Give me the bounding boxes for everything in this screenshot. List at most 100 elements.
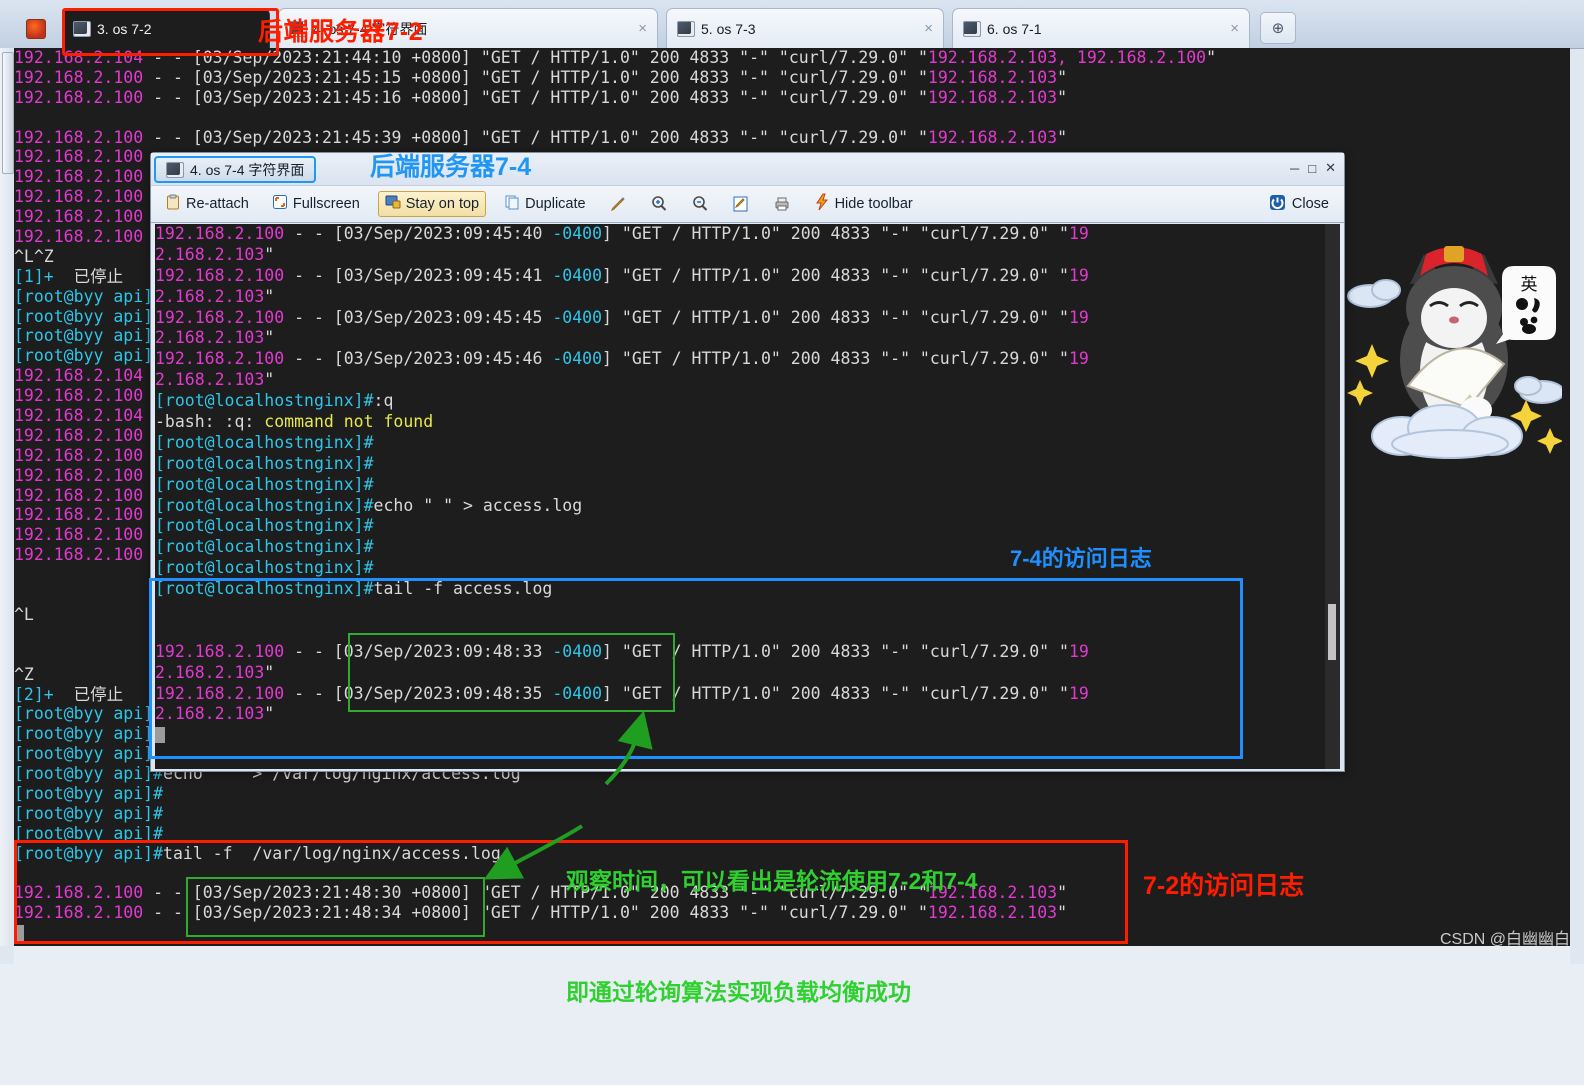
minimize-icon[interactable]: ─ bbox=[1290, 161, 1299, 176]
inner-terminal-line: [root@localhostnginx]# bbox=[155, 453, 374, 473]
monitor-icon bbox=[677, 20, 695, 37]
reattach-label: Re-attach bbox=[186, 196, 249, 212]
zoom-in-icon[interactable] bbox=[645, 193, 673, 215]
terminal-cursor bbox=[14, 925, 24, 942]
monitor-icon bbox=[963, 20, 981, 37]
close-icon[interactable]: ✕ bbox=[1325, 160, 1336, 176]
inner-terminal-line: 192.168.2.100 - - [03/Sep/2023:09:48:35 … bbox=[155, 683, 1089, 703]
main-terminal-line: 192.168.2.104 - - [03/Sep/2023:21:44:10 … bbox=[14, 48, 1217, 67]
tab-label: 4. os 7-4 字符界面 bbox=[313, 20, 428, 37]
outer-terminal-scrollbar[interactable] bbox=[0, 48, 15, 946]
fullscreen-label: Fullscreen bbox=[292, 196, 360, 212]
main-terminal-line: 192.168.2.100 - - [03/Sep/2023:21:45:15 … bbox=[14, 67, 1067, 87]
inner-terminal-line: [root@localhostnginx]#echo " " > access.… bbox=[155, 495, 583, 515]
tab-label: 5. os 7-3 bbox=[701, 20, 756, 37]
close-label: Close bbox=[1291, 196, 1329, 212]
svg-text:英: 英 bbox=[1521, 275, 1538, 295]
pencil-icon[interactable] bbox=[604, 193, 632, 215]
inner-terminal-line: [root@localhostnginx]# bbox=[155, 558, 374, 578]
main-terminal-line: 192.168.2.100 - - [03/Sep/2023:21:48:30 … bbox=[14, 883, 1067, 903]
inner-window-toolbar: Re-attach Fullscreen Stay on top Duplica… bbox=[151, 185, 1344, 223]
monitor-icon bbox=[166, 161, 184, 178]
stay-on-top-label: Stay on top bbox=[405, 196, 480, 212]
scrollbar-thumb[interactable] bbox=[1328, 604, 1336, 660]
inner-terminal-line: 2.168.2.103" bbox=[155, 662, 275, 682]
inner-window-tab-label: 4. os 7-4 字符界面 bbox=[190, 161, 305, 178]
power-icon bbox=[1269, 194, 1286, 215]
status-strip bbox=[14, 946, 1570, 964]
plus-icon: ⊕ bbox=[1271, 20, 1285, 37]
tab-close-icon[interactable]: × bbox=[924, 21, 933, 36]
home-icon[interactable] bbox=[26, 19, 46, 39]
maximize-icon[interactable]: □ bbox=[1308, 161, 1316, 176]
duplicate-button[interactable]: Duplicate bbox=[499, 192, 590, 216]
printer-icon[interactable] bbox=[768, 193, 796, 215]
clipboard-icon bbox=[165, 194, 181, 214]
window-controls: ─ □ ✕ bbox=[1290, 160, 1336, 176]
duplicate-icon bbox=[504, 194, 520, 214]
terminal-app-window: 3. os 7-2 4. os 7-4 字符界面 × 5. os 7-3 × 6… bbox=[0, 0, 1584, 1005]
inner-window-os-7-4[interactable]: 4. os 7-4 字符界面 ─ □ ✕ Re-attach Fullscree… bbox=[150, 152, 1345, 772]
main-terminal-line: [root@byy api]# bbox=[14, 783, 164, 803]
inner-terminal-os-7-4[interactable]: 192.168.2.100 - - [03/Sep/2023:09:45:40 … bbox=[155, 224, 1333, 769]
inner-terminal-line bbox=[155, 725, 1333, 746]
inner-terminal-scrollbar[interactable] bbox=[1325, 224, 1340, 769]
edit-document-icon[interactable] bbox=[727, 193, 755, 215]
inner-window-tab[interactable]: 4. os 7-4 字符界面 bbox=[154, 156, 317, 183]
cat-sticker-image: 英 bbox=[1346, 232, 1565, 460]
close-session-button[interactable]: Close bbox=[1264, 192, 1334, 217]
inner-terminal-line: 192.168.2.100 - - [03/Sep/2023:09:45:46 … bbox=[155, 349, 1089, 369]
tab-os-7-4[interactable]: 4. os 7-4 字符界面 × bbox=[278, 8, 658, 48]
main-terminal-line: 192.168.2.100 - - [03/Sep/2023:21:45:39 … bbox=[14, 127, 1067, 147]
main-terminal-line: [root@byy api]# bbox=[14, 803, 164, 823]
monitor-icon bbox=[289, 20, 307, 37]
monitor-icon bbox=[73, 20, 91, 37]
tab-os-7-2[interactable]: 3. os 7-2 bbox=[62, 8, 270, 48]
duplicate-label: Duplicate bbox=[525, 196, 586, 212]
stay-on-top-button[interactable]: Stay on top bbox=[377, 191, 487, 217]
tab-os-7-3[interactable]: 5. os 7-3 × bbox=[666, 8, 944, 48]
inner-terminal-line: [root@localhostnginx]# bbox=[155, 474, 374, 494]
inner-terminal-line: 2.168.2.103" bbox=[155, 244, 275, 264]
annotation-explanation-line2: 即通过轮询算法实现负载均衡成功 bbox=[566, 979, 911, 1005]
inner-terminal-line bbox=[155, 600, 1333, 621]
inner-terminal-line: 2.168.2.103" bbox=[155, 328, 275, 348]
tab-label: 3. os 7-2 bbox=[97, 20, 152, 37]
tab-os-7-1[interactable]: 6. os 7-1 × bbox=[952, 8, 1250, 48]
inner-terminal-line bbox=[155, 621, 1333, 642]
hide-toolbar-button[interactable]: Hide toolbar bbox=[809, 191, 918, 217]
inner-terminal-line: [root@localhostnginx]# bbox=[155, 516, 374, 536]
inner-terminal-line: 2.168.2.103" bbox=[155, 370, 275, 390]
inner-terminal-line: 192.168.2.100 - - [03/Sep/2023:09:45:40 … bbox=[155, 224, 1089, 243]
inner-terminal-line: [root@localhostnginx]#tail -f access.log bbox=[155, 579, 553, 599]
main-terminal-line bbox=[14, 864, 1570, 884]
inner-terminal-line: [root@localhostnginx]#:q bbox=[155, 391, 394, 411]
hide-toolbar-label: Hide toolbar bbox=[834, 196, 913, 212]
fullscreen-button[interactable]: Fullscreen bbox=[267, 192, 365, 216]
terminal-cursor bbox=[155, 727, 165, 744]
inner-terminal-line: 192.168.2.100 - - [03/Sep/2023:09:45:45 … bbox=[155, 307, 1089, 327]
main-terminal-line: 192.168.2.100 - - [03/Sep/2023:21:48:34 … bbox=[14, 903, 1067, 923]
inner-terminal-line: -bash: :q: command not found bbox=[155, 412, 434, 432]
main-terminal-line bbox=[14, 923, 1570, 943]
tab-close-icon[interactable]: × bbox=[1230, 21, 1239, 36]
new-tab-button[interactable]: ⊕ bbox=[1260, 12, 1296, 44]
tab-label: 6. os 7-1 bbox=[987, 20, 1042, 37]
inner-terminal-line: 192.168.2.100 - - [03/Sep/2023:09:48:33 … bbox=[155, 641, 1089, 661]
main-terminal-line: [root@byy api]# bbox=[14, 823, 164, 843]
inner-terminal-line: [root@localhostnginx]# bbox=[155, 432, 374, 452]
tab-strip: 3. os 7-2 4. os 7-4 字符界面 × 5. os 7-3 × 6… bbox=[0, 0, 1584, 49]
inner-terminal-line: 192.168.2.100 - - [03/Sep/2023:09:45:41 … bbox=[155, 265, 1089, 285]
fullscreen-icon bbox=[272, 194, 288, 214]
main-terminal-line: [root@byy api]#tail -f /var/log/nginx/ac… bbox=[14, 843, 501, 863]
inner-window-titlebar[interactable]: 4. os 7-4 字符界面 ─ □ ✕ bbox=[151, 153, 1344, 185]
inner-terminal-line: 2.168.2.103" bbox=[155, 704, 275, 724]
lightning-icon bbox=[814, 193, 830, 215]
zoom-out-icon[interactable] bbox=[686, 193, 714, 215]
main-terminal-line bbox=[14, 108, 1570, 128]
inner-terminal-line: 2.168.2.103" bbox=[155, 286, 275, 306]
scrollbar-thumb[interactable] bbox=[2, 52, 14, 174]
stay-on-top-icon bbox=[385, 194, 401, 214]
reattach-button[interactable]: Re-attach bbox=[160, 192, 254, 216]
tab-close-icon[interactable]: × bbox=[638, 21, 647, 36]
